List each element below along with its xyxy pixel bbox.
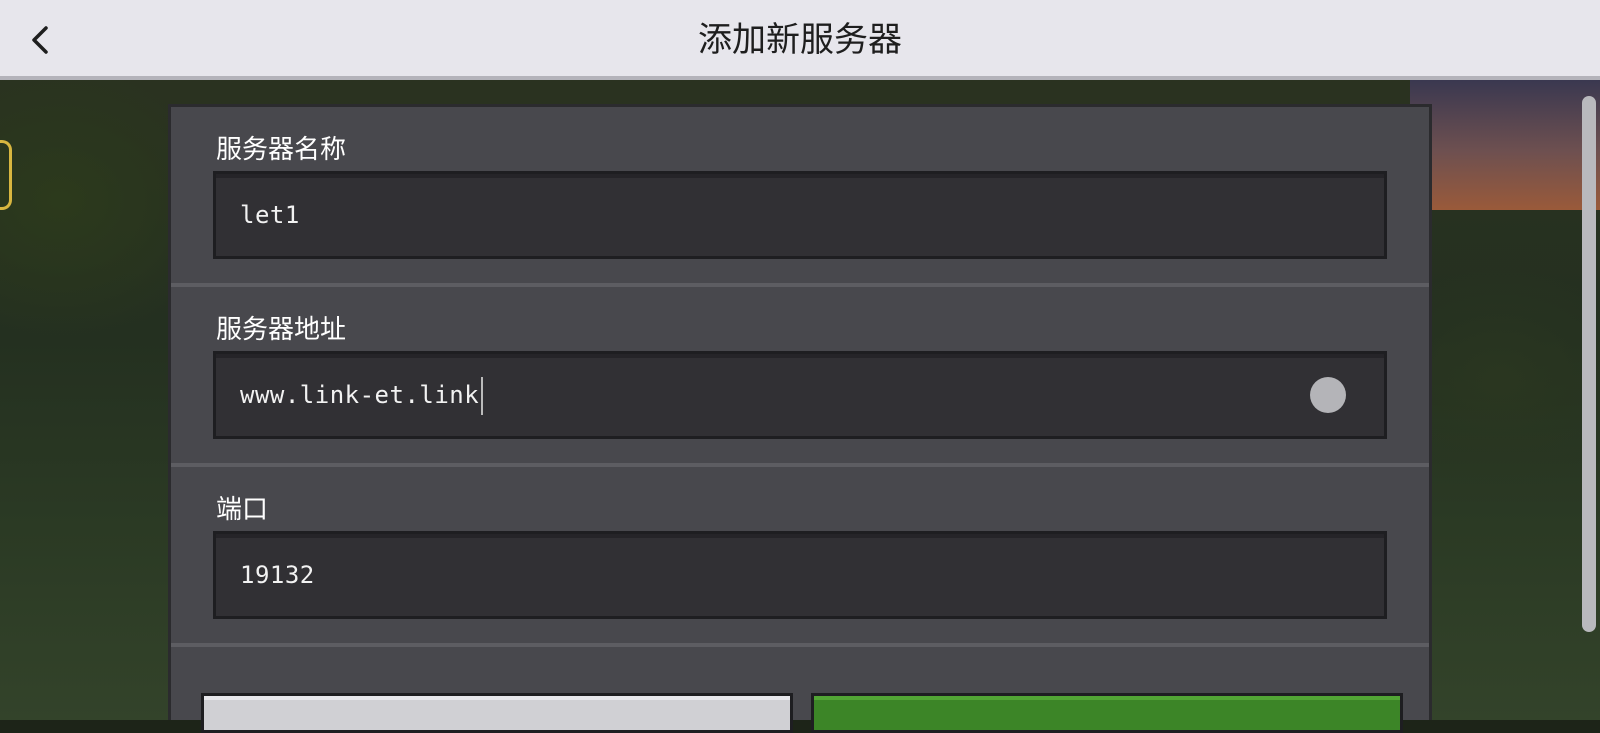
server-address-label: 服务器地址 <box>216 315 347 345</box>
add-server-form: 服务器名称 let1 服务器地址 www.link-et.link 端口 191… <box>168 104 1432 733</box>
save-button[interactable] <box>811 693 1403 733</box>
chevron-left-icon <box>32 26 48 54</box>
server-name-value: let1 <box>240 201 300 229</box>
port-section: 端口 19132 <box>171 467 1429 647</box>
scrollbar[interactable] <box>1582 96 1596 632</box>
server-address-section: 服务器地址 www.link-et.link <box>171 287 1429 467</box>
port-value: 19132 <box>240 561 315 589</box>
clear-circle-icon[interactable] <box>1310 377 1346 413</box>
server-name-label: 服务器名称 <box>216 135 347 165</box>
cancel-button[interactable] <box>201 693 793 733</box>
sunset-sky <box>1410 80 1600 210</box>
port-label: 端口 <box>216 495 269 525</box>
server-name-section: 服务器名称 let1 <box>171 107 1429 287</box>
text-caret <box>481 377 484 415</box>
server-address-value: www.link-et.link <box>240 381 480 409</box>
back-button[interactable] <box>18 18 62 62</box>
page-title: 添加新服务器 <box>698 20 902 60</box>
top-bar: 添加新服务器 <box>0 0 1600 80</box>
server-name-input[interactable]: let1 <box>213 171 1387 259</box>
hexagon-edge-icon <box>0 140 12 210</box>
port-input[interactable]: 19132 <box>213 531 1387 619</box>
server-address-input[interactable]: www.link-et.link <box>213 351 1387 439</box>
